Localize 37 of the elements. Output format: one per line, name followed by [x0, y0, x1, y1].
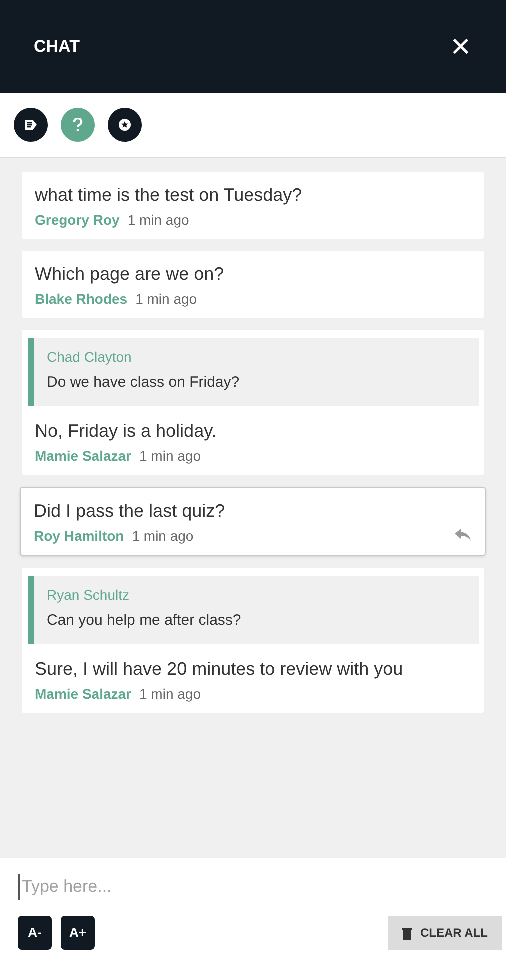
trash-icon: [402, 926, 412, 940]
quoted-text: Do we have class on Friday?: [47, 373, 241, 393]
font-size-button[interactable]: A+: [61, 916, 95, 950]
message-text: Did I pass the last quiz?: [34, 500, 226, 523]
message-card[interactable]: Which page are we on? Blake Rhodes 1 min ago: [22, 251, 484, 318]
timestamp: 1 min ago: [132, 527, 194, 546]
font-size-button[interactable]: A-: [18, 916, 52, 950]
message-card[interactable]: Chad Clayton Do we have class on Friday? No, Friday is a holiday. Mamie Salazar 1 min ago: [22, 330, 484, 475]
question-icon: [73, 118, 83, 132]
timestamp: 1 min ago: [140, 447, 201, 466]
author-name: Mamie Salazar: [35, 685, 132, 704]
clear-all-button[interactable]: CLEAR ALL: [388, 916, 502, 950]
author-name: Mamie Salazar: [35, 447, 132, 466]
message-text: Which page are we on?: [35, 263, 226, 286]
message-card[interactable]: what time is the test on Tuesday? Gregory Roy 1 min ago: [22, 172, 484, 239]
message-text: No, Friday is a holiday.: [35, 420, 218, 443]
quoted-author: Chad Clayton: [47, 348, 133, 367]
timestamp: 1 min ago: [128, 211, 190, 230]
note-icon: [25, 120, 37, 130]
message-text: Sure, I will have 20 minutes to review with you: [35, 658, 404, 681]
quoted-author: Ryan Schultz: [47, 586, 130, 605]
toolbar-button[interactable]: [14, 108, 48, 142]
star-badge-icon: [119, 119, 131, 131]
author-name: Gregory Roy: [35, 211, 120, 230]
author-name: Roy Hamilton: [34, 527, 124, 546]
message-text: what time is the test on Tuesday?: [35, 184, 304, 207]
reply-icon[interactable]: [455, 529, 471, 541]
timestamp: 1 min ago: [136, 290, 198, 309]
chat-title: CHAT: [34, 36, 80, 58]
author-name: Blake Rhodes: [35, 290, 128, 309]
quoted-text: Can you help me after class?: [47, 611, 242, 631]
timestamp: 1 min ago: [140, 685, 201, 704]
message-input[interactable]: Type here...: [18, 874, 488, 900]
toolbar-button[interactable]: [108, 108, 142, 142]
message-card[interactable]: Did I pass the last quiz? Roy Hamilton 1 min ago: [20, 487, 486, 556]
message-card[interactable]: Ryan Schultz Can you help me after class? Sure, I will have 20 minutes to review with you Mamie Salazar 1 min ago: [22, 568, 484, 713]
close-button[interactable]: ✕: [450, 34, 472, 60]
